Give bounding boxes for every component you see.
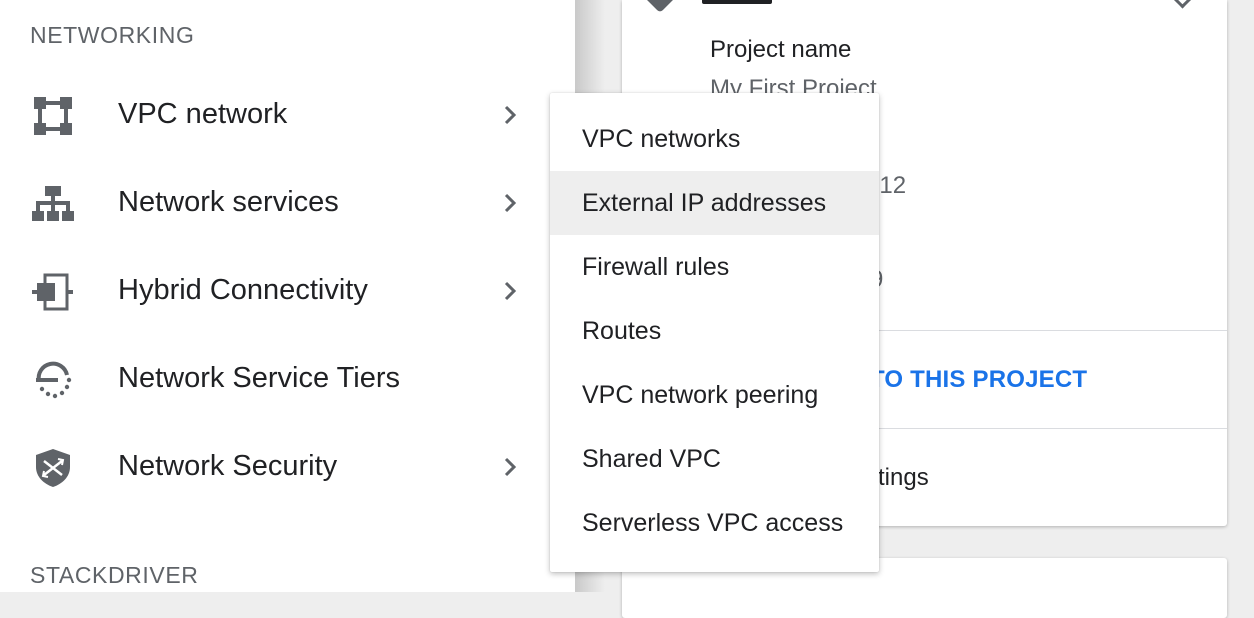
menu-item-external-ip-addresses[interactable]: External IP addresses	[550, 171, 879, 235]
nav-item-network-services[interactable]: Network services	[0, 159, 575, 247]
chevron-right-icon	[504, 193, 517, 213]
project-icon	[643, 0, 677, 13]
nav-item-label: Hybrid Connectivity	[118, 274, 368, 306]
menu-item-routes[interactable]: Routes	[550, 299, 879, 363]
menu-item-label: VPC network peering	[582, 381, 819, 409]
chevron-right-icon	[504, 105, 517, 125]
nav-item-network-service-tiers[interactable]: Network Service Tiers	[0, 335, 575, 423]
menu-item-label: External IP addresses	[582, 189, 827, 217]
section-title-networking: NETWORKING	[30, 22, 195, 48]
nav-item-label: VPC network	[118, 98, 288, 130]
menu-item-label: Routes	[582, 317, 662, 345]
menu-item-label: Shared VPC	[582, 445, 721, 473]
menu-item-label: Firewall rules	[582, 253, 730, 281]
nav-item-vpc-network[interactable]: VPC network	[0, 71, 575, 159]
menu-item-serverless-vpc-access[interactable]: Serverless VPC access	[550, 491, 879, 555]
shield-icon	[36, 449, 70, 487]
menu-item-vpc-network-peering[interactable]: VPC network peering	[550, 363, 879, 427]
menu-item-shared-vpc[interactable]: Shared VPC	[550, 427, 879, 491]
nav-item-label: Network Security	[118, 450, 338, 482]
nav-item-network-security[interactable]: Network Security	[0, 423, 575, 511]
network-services-icon	[32, 186, 74, 221]
nav-item-label: Network services	[118, 186, 339, 218]
nav-item-label: Network Service Tiers	[118, 362, 401, 394]
section-title-stackdriver: STACKDRIVER	[30, 562, 199, 588]
menu-item-vpc-networks[interactable]: VPC networks	[550, 107, 879, 171]
menu-item-label: VPC networks	[582, 125, 741, 153]
add-people-link[interactable]: TO THIS PROJECT	[870, 366, 1087, 394]
hybrid-connectivity-icon	[32, 273, 73, 311]
chevron-right-icon	[504, 457, 517, 477]
chevron-down-icon[interactable]	[1170, 0, 1195, 9]
nav-item-hybrid-connectivity[interactable]: Hybrid Connectivity	[0, 247, 575, 335]
project-name-label: Project name	[710, 36, 852, 63]
navigation-menu: NETWORKING VPC network Network services …	[0, 0, 575, 592]
vpc-network-submenu: VPC networks External IP addresses Firew…	[550, 93, 879, 572]
network-service-tiers-icon	[36, 361, 72, 399]
menu-item-firewall-rules[interactable]: Firewall rules	[550, 235, 879, 299]
card-title-fragment	[702, 0, 772, 4]
menu-item-label: Serverless VPC access	[582, 509, 844, 537]
chevron-right-icon	[504, 281, 517, 301]
vpc-network-icon	[34, 97, 72, 135]
